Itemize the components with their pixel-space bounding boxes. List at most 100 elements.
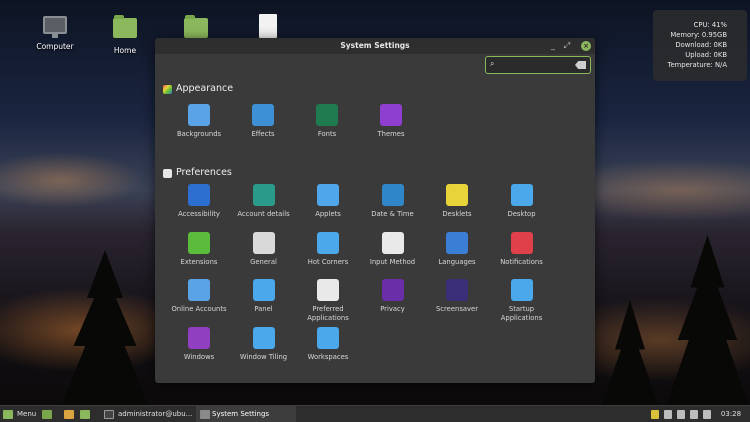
search-input[interactable]: ⌕ xyxy=(485,56,591,74)
settings-item-desktop[interactable]: Desktop xyxy=(490,184,554,219)
settings-item-tiling[interactable]: Window Tiling xyxy=(232,326,296,362)
folder-icon xyxy=(184,15,208,38)
settings-item-music[interactable]: Preferred Applications xyxy=(296,279,360,323)
appearance-section-icon xyxy=(163,85,172,94)
settings-item-label: Languages xyxy=(438,257,476,266)
settings-item-label: Window Tiling xyxy=(239,352,288,361)
settings-item-mask[interactable]: Privacy xyxy=(361,279,425,314)
document-icon xyxy=(259,14,277,38)
system-settings-window: System Settings _ ⤢ × ⌕ Appearance Backg… xyxy=(155,38,595,383)
startup-icon xyxy=(510,279,533,301)
settings-item-moon[interactable]: Screensaver xyxy=(425,279,489,314)
settings-item-label: Accessibility xyxy=(178,210,220,218)
desktop-icon-computer[interactable]: Computer xyxy=(25,16,85,51)
appearance-grid: Backgrounds Effects Fonts Themes xyxy=(155,100,595,164)
close-icon[interactable]: × xyxy=(581,41,591,51)
settings-item-account[interactable]: Account details xyxy=(232,184,296,219)
tiling-icon xyxy=(252,326,275,349)
settings-item-label: Date & Time xyxy=(371,210,414,218)
clock-icon xyxy=(381,184,404,206)
settings-item-clock[interactable]: Date & Time xyxy=(361,184,425,219)
settings-item-label: Account details xyxy=(237,210,290,218)
settings-item-effects[interactable]: Effects xyxy=(231,104,295,139)
cloud-icon xyxy=(188,279,210,301)
globe-icon xyxy=(446,231,468,254)
section-title: Appearance xyxy=(176,83,234,94)
settings-item-bell[interactable]: Notifications xyxy=(490,231,554,267)
settings-item-desklets[interactable]: Desklets xyxy=(425,184,489,219)
task-label: System Settings xyxy=(212,410,270,418)
settings-item-cloud[interactable]: Online Accounts xyxy=(167,279,231,314)
menu-button[interactable]: Menu xyxy=(3,406,39,422)
section-title: Preferences xyxy=(176,167,232,178)
computer-icon xyxy=(43,16,67,38)
task-terminal[interactable]: administrator@ubu... xyxy=(104,406,194,422)
settings-item-label: Startup Applications xyxy=(500,305,543,322)
settings-item-windows[interactable]: Windows xyxy=(167,326,231,362)
files-launcher-icon[interactable] xyxy=(80,410,90,419)
settings-item-applets[interactable]: Applets xyxy=(296,184,360,219)
show-desktop-icon[interactable] xyxy=(42,410,52,419)
settings-item-startup[interactable]: Startup Applications xyxy=(490,279,554,323)
mint-logo-icon xyxy=(3,410,13,419)
settings-item-label: Preferred Applications xyxy=(307,305,349,322)
window-titlebar[interactable]: System Settings _ ⤢ × xyxy=(155,38,595,54)
desktop-icon xyxy=(510,184,533,206)
launcher-icon[interactable] xyxy=(64,410,74,419)
account-icon xyxy=(252,184,275,206)
settings-item-label: Hot Corners xyxy=(307,257,349,266)
window-toolbar: ⌕ xyxy=(155,54,595,80)
settings-item-hot-corners[interactable]: Hot Corners xyxy=(296,231,360,267)
minimize-icon[interactable]: _ xyxy=(547,40,559,52)
panel-icon xyxy=(252,279,275,301)
settings-item-label: Input Method xyxy=(369,257,416,266)
window-title: System Settings xyxy=(340,41,410,50)
settings-item-puzzle[interactable]: Extensions xyxy=(167,231,231,267)
clear-search-icon[interactable] xyxy=(575,61,586,69)
settings-item-accessibility[interactable]: Accessibility xyxy=(167,184,231,219)
themes-icon xyxy=(380,104,402,126)
settings-item-label: Fonts xyxy=(317,130,337,138)
puzzle-icon xyxy=(188,231,210,254)
settings-item-label: Privacy xyxy=(380,305,405,313)
volume-icon[interactable] xyxy=(703,410,711,419)
bell-icon xyxy=(510,231,533,254)
settings-item-label: Notifications xyxy=(500,257,543,266)
settings-item-backgrounds[interactable]: Backgrounds xyxy=(167,104,231,139)
maximize-icon[interactable]: ⤢ xyxy=(561,40,573,52)
keyboard-icon xyxy=(381,231,404,254)
clock[interactable]: 03:28 xyxy=(716,406,746,422)
shield-icon[interactable] xyxy=(651,410,659,419)
network-icon[interactable] xyxy=(690,410,698,419)
update-icon[interactable] xyxy=(677,410,685,419)
desktop-icon-home[interactable]: Home xyxy=(95,15,155,55)
settings-item-toggles[interactable]: General xyxy=(232,231,296,267)
settings-item-workspaces[interactable]: Workspaces xyxy=(296,326,360,362)
settings-item-fonts[interactable]: Fonts xyxy=(295,104,359,139)
section-preferences: Preferences xyxy=(155,164,595,184)
fonts-icon xyxy=(316,104,338,126)
settings-item-label: Extensions xyxy=(180,257,218,266)
settings-item-globe[interactable]: Languages xyxy=(425,231,489,267)
settings-item-label: Desklets xyxy=(442,210,472,218)
backgrounds-icon xyxy=(188,104,210,126)
settings-item-label: General xyxy=(250,257,277,266)
settings-item-panel[interactable]: Panel xyxy=(232,279,296,314)
desklets-icon xyxy=(446,184,468,206)
settings-item-label: Screensaver xyxy=(435,305,479,313)
search-icon: ⌕ xyxy=(490,59,495,68)
taskbar: Menu administrator@ubu... System Setting… xyxy=(0,405,750,422)
effects-icon xyxy=(252,104,274,126)
settings-item-keyboard[interactable]: Input Method xyxy=(361,231,425,267)
terminal-icon xyxy=(104,410,114,419)
settings-item-label: Effects xyxy=(251,130,275,138)
clipboard-icon[interactable] xyxy=(664,410,672,419)
task-label: administrator@ubu... xyxy=(118,410,193,418)
settings-item-label: Desktop xyxy=(507,210,536,218)
preferences-grid: Accessibility Account details Applets Date … xyxy=(155,184,595,383)
workspaces-icon xyxy=(317,326,339,349)
task-system-settings[interactable]: System Settings xyxy=(196,406,296,422)
settings-item-themes[interactable]: Themes xyxy=(359,104,423,139)
hot-corners-icon xyxy=(317,231,339,254)
settings-icon xyxy=(200,410,210,419)
